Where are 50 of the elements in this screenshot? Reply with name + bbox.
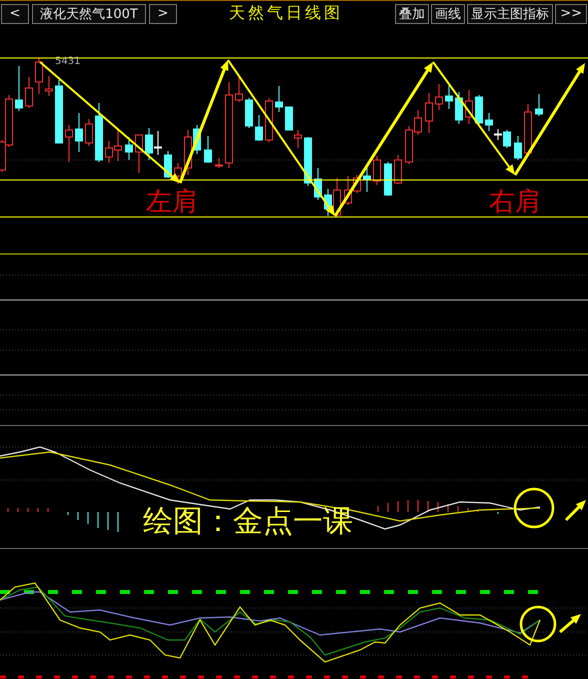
chart-caption: 绘图：金点一课	[143, 504, 353, 539]
more-button[interactable]: >>	[555, 4, 587, 24]
toolbar-button[interactable]: 显示主图指标	[467, 4, 554, 24]
candlestick	[435, 84, 443, 110]
candlestick	[174, 162, 182, 184]
candlestick	[125, 136, 133, 160]
candlestick	[314, 168, 322, 200]
candlestick	[95, 102, 103, 162]
candlestick	[35, 58, 43, 94]
shoulder-label: 右肩	[489, 187, 541, 217]
candlestick	[455, 92, 463, 124]
candlestick	[15, 66, 23, 112]
highlight-circle	[514, 488, 554, 528]
candlestick	[45, 76, 53, 96]
candlestick	[164, 150, 172, 178]
up-arrow	[564, 500, 586, 522]
candlestick	[275, 86, 283, 112]
candlestick	[215, 158, 223, 168]
toolbar-button[interactable]: 叠加	[395, 4, 430, 24]
candlestick	[524, 104, 532, 156]
chart-title: 天然气日线图	[229, 3, 344, 24]
candlestick	[384, 162, 392, 196]
candlestick	[475, 94, 483, 126]
candlestick	[65, 124, 73, 162]
candlestick	[465, 90, 473, 124]
candlestick	[235, 76, 243, 102]
candlestick	[75, 112, 83, 152]
candlestick	[204, 136, 212, 164]
candlestick	[25, 76, 33, 108]
candlestick	[245, 98, 253, 128]
shoulder-label: 左肩	[146, 187, 198, 217]
next-button[interactable]: >	[149, 4, 177, 24]
highlight-circle	[520, 606, 556, 642]
previous-button[interactable]: <	[1, 4, 29, 24]
candlestick	[445, 84, 453, 110]
candlestick	[373, 156, 381, 186]
candlestick	[394, 154, 402, 184]
candlestick	[265, 98, 273, 142]
high-price-label: 5431	[55, 56, 80, 67]
symbol-selector[interactable]: 液化天然气100T	[32, 4, 146, 24]
candlestick	[55, 80, 63, 144]
candlestick	[514, 136, 522, 160]
toolbar-button[interactable]: 画线	[431, 4, 466, 24]
candlestick	[135, 134, 143, 174]
candlestick	[255, 114, 263, 142]
candlestick	[85, 118, 93, 146]
candlestick	[304, 136, 312, 186]
candlestick	[535, 94, 543, 116]
up-arrow	[559, 614, 581, 634]
candlestick	[425, 92, 433, 134]
